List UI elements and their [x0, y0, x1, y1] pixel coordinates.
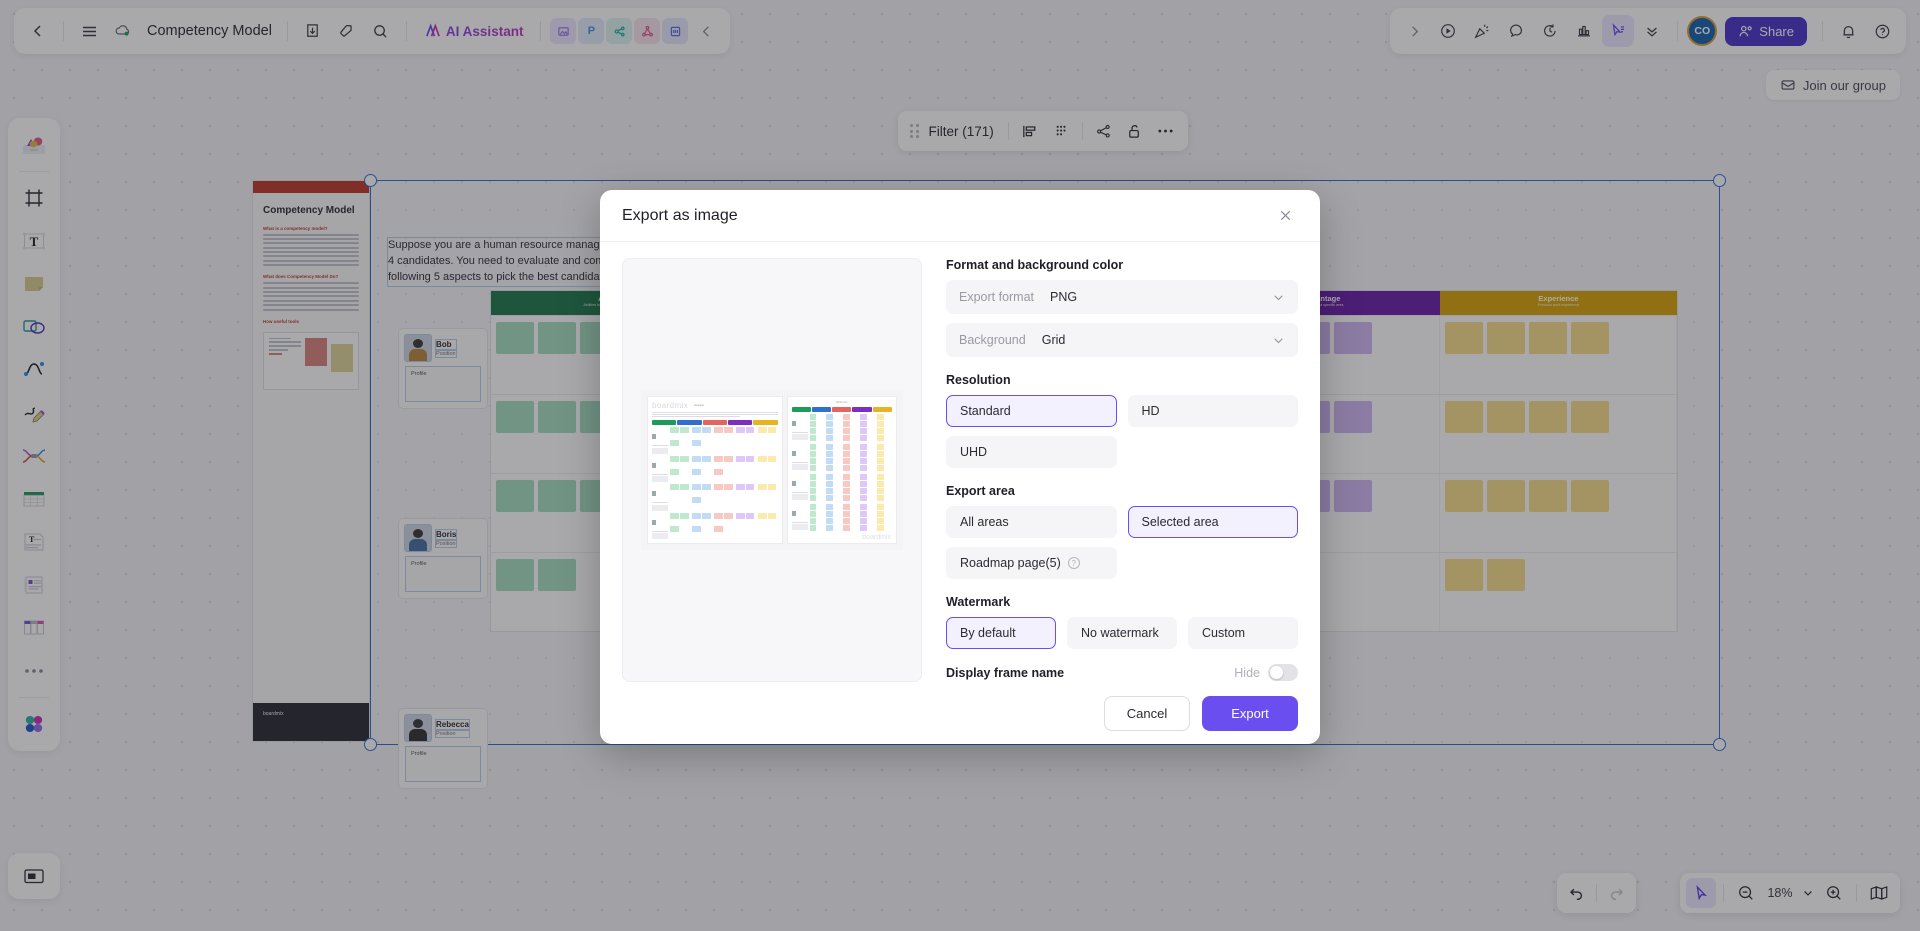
option-label: Roadmap page(5) — [960, 556, 1061, 570]
close-icon[interactable] — [1272, 203, 1298, 229]
dialog-body: boardmix Example Work here boardmix Form… — [600, 242, 1320, 682]
resolution-option-uhd[interactable]: UHD — [946, 436, 1117, 468]
export-button[interactable]: Export — [1202, 695, 1298, 731]
watermark-section-label: Watermark — [946, 595, 1011, 609]
export-format-label: Export format — [959, 290, 1035, 304]
preview-watermark: boardmix — [862, 534, 891, 542]
resolution-section-label: Resolution — [946, 373, 1011, 387]
watermark-option-no-watermark[interactable]: No watermark — [1067, 617, 1177, 649]
format-section-label: Format and background color — [946, 258, 1124, 272]
watermark-options: By default No watermark Custom — [946, 617, 1298, 649]
preview-sheet-right: Work here boardmix — [786, 395, 897, 545]
preview-left-label: Example — [694, 403, 704, 407]
dialog-header: Export as image — [600, 190, 1320, 242]
export-area-section-label: Export area — [946, 484, 1015, 498]
option-label: By default — [960, 626, 1016, 640]
export-settings: Format and background color Export forma… — [946, 258, 1298, 682]
chevron-down-icon[interactable] — [1272, 334, 1285, 347]
help-icon[interactable]: ? — [1067, 557, 1080, 569]
preview-thumbnail: boardmix Example Work here boardmix — [641, 389, 903, 551]
background-label: Background — [959, 333, 1026, 347]
preview-sheet-left: boardmix Example — [647, 395, 783, 545]
preview-row — [791, 443, 892, 472]
preview-row — [652, 426, 778, 454]
display-frame-name-toggle[interactable] — [1268, 664, 1298, 681]
option-label: Standard — [960, 404, 1011, 418]
preview-row — [652, 455, 778, 483]
display-frame-name-state: Hide — [1234, 665, 1260, 680]
export-format-row[interactable]: Export format PNG — [946, 280, 1298, 314]
option-label: No watermark — [1081, 626, 1159, 640]
export-preview: boardmix Example Work here boardmix — [622, 258, 922, 682]
dialog-footer: Cancel Export — [600, 682, 1320, 744]
background-value: Grid — [1041, 333, 1066, 347]
display-frame-name-row: Display frame name Hide — [946, 664, 1298, 681]
preview-header-row — [652, 420, 778, 426]
resolution-option-standard[interactable]: Standard — [946, 395, 1117, 427]
cancel-button[interactable]: Cancel — [1104, 695, 1190, 731]
resolution-options: Standard HD UHD — [946, 395, 1298, 468]
export-area-option-all-areas[interactable]: All areas — [946, 506, 1117, 538]
export-format-value: PNG — [1050, 290, 1078, 304]
option-label: Selected area — [1141, 515, 1219, 529]
export-area-options: All areas Selected area Roadmap page(5) … — [946, 506, 1298, 579]
preview-row — [791, 413, 892, 442]
preview-row — [791, 473, 892, 502]
background-row[interactable]: Background Grid — [946, 323, 1298, 357]
export-area-option-selected-area[interactable]: Selected area — [1127, 506, 1298, 538]
export-area-option-roadmap-page[interactable]: Roadmap page(5) ? — [946, 547, 1117, 579]
option-label: UHD — [960, 445, 988, 459]
option-label: Custom — [1202, 626, 1246, 640]
preview-text-lines — [652, 411, 778, 418]
export-dialog: Export as image boardmix Example Work he… — [600, 190, 1320, 744]
dialog-title: Export as image — [622, 206, 738, 224]
chevron-down-icon[interactable] — [1272, 291, 1285, 304]
preview-row — [652, 512, 778, 540]
preview-row — [652, 483, 778, 511]
preview-row — [791, 503, 892, 532]
watermark-option-by-default[interactable]: By default — [946, 617, 1056, 649]
preview-header-row — [791, 406, 892, 412]
resolution-option-hd[interactable]: HD — [1127, 395, 1298, 427]
option-label: HD — [1141, 404, 1160, 418]
option-label: All areas — [960, 515, 1009, 529]
preview-right-label: Work here — [836, 400, 848, 404]
watermark-option-custom[interactable]: Custom — [1188, 617, 1298, 649]
display-frame-name-label: Display frame name — [946, 665, 1065, 680]
preview-brand: boardmix — [652, 400, 689, 410]
